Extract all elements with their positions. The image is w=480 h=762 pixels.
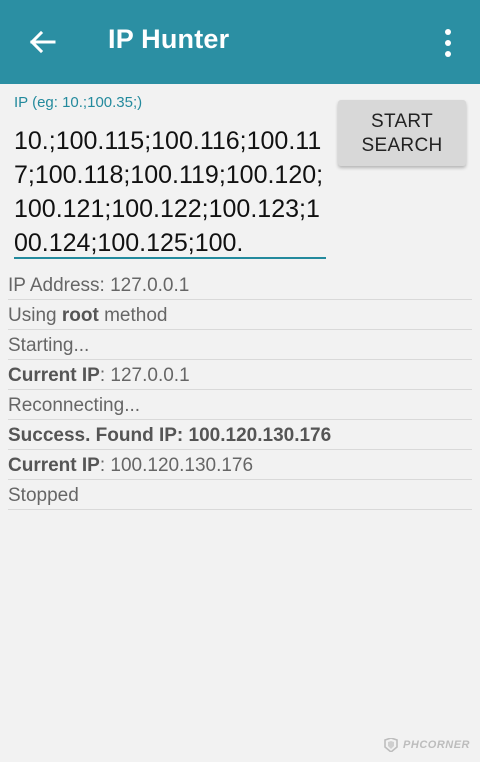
more-vert-icon[interactable]	[442, 28, 454, 58]
ip-field-label: IP (eg: 10.;100.35;)	[14, 94, 143, 111]
log-row: Starting...	[8, 330, 472, 360]
app-title: IP Hunter	[108, 24, 230, 54]
log-text: IP Address: 127.0.0.1	[8, 275, 190, 296]
log-text: : 127.0.0.1	[99, 365, 190, 386]
log-row: Current IP: 127.0.0.1	[8, 360, 472, 390]
start-search-label-line1: START	[370, 111, 434, 132]
log-bold: root	[61, 305, 99, 326]
log-row: Current IP: 100.120.130.176	[8, 450, 472, 480]
arrow-left-icon[interactable]	[26, 26, 58, 58]
log-text: Starting...	[8, 335, 90, 356]
phcorner-logo-icon	[384, 738, 398, 752]
log-bold: Current IP	[8, 455, 100, 476]
watermark: PHCORNER	[383, 738, 470, 752]
log-row: IP Address: 127.0.0.1	[8, 270, 472, 300]
log-text: : 100.120.130.176	[99, 455, 254, 476]
log-text: Reconnecting...	[8, 395, 141, 416]
log-bold: Success. Found IP: 100.120.130.176	[8, 425, 332, 446]
log-text: Stopped	[8, 485, 79, 506]
log-list: IP Address: 127.0.0.1 Using root method …	[8, 270, 472, 510]
log-row: Reconnecting...	[8, 390, 472, 420]
start-search-button[interactable]: START SEARCH	[338, 100, 466, 166]
app-bar: IP Hunter	[0, 0, 480, 84]
watermark-text: PHCORNER	[403, 739, 470, 751]
log-row: Using root method	[8, 300, 472, 330]
start-search-label-line2: SEARCH	[361, 135, 443, 156]
log-text: method	[98, 305, 168, 326]
ip-input-underline	[14, 257, 326, 259]
log-row: Success. Found IP: 100.120.130.176	[8, 420, 472, 450]
ip-input[interactable]: 10.;100.115;100.116;100.117;100.118;100.…	[14, 124, 326, 260]
log-prefix: Using	[8, 305, 62, 326]
log-row: Stopped	[8, 480, 472, 510]
log-bold: Current IP	[8, 365, 100, 386]
